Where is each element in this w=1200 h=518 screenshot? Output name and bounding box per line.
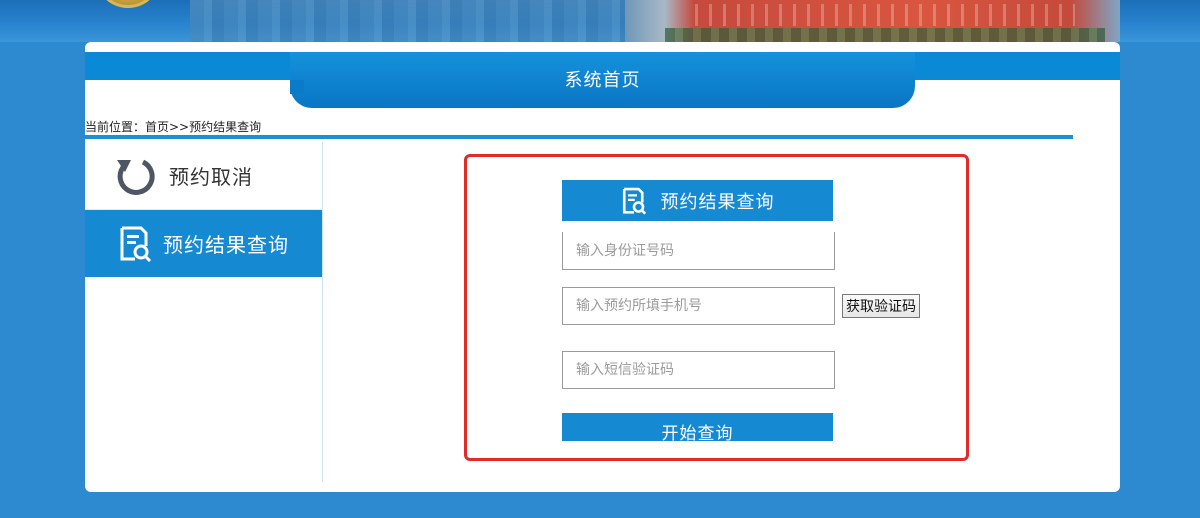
document-search-icon [115, 218, 155, 270]
main-card: 系统首页 当前位置：首页>>预约结果查询 预约取消 预约结果查询 预约结果查询 … [85, 42, 1120, 492]
document-search-icon [621, 186, 647, 216]
sidebar-item-label: 预约结果查询 [163, 233, 289, 257]
get-verification-code-button[interactable]: 获取验证码 [842, 294, 920, 318]
emblem-logo [95, 0, 161, 8]
banner-building-image [625, 0, 1120, 42]
sidebar: 预约取消 预约结果查询 [85, 142, 323, 482]
page-title: 系统首页 [564, 70, 641, 91]
sidebar-item-cancel-appointment[interactable]: 预约取消 [85, 142, 322, 210]
sidebar-item-appointment-result[interactable]: 预约结果查询 [85, 210, 322, 277]
breadcrumb: 当前位置：首页>>预约结果查询 [85, 120, 262, 134]
query-panel-title-label: 预约结果查询 [660, 191, 775, 213]
id-number-input[interactable] [562, 232, 835, 270]
query-panel-title: 预约结果查询 [562, 180, 833, 221]
breadcrumb-divider [85, 135, 1073, 139]
start-query-button[interactable]: 开始查询 [562, 413, 833, 441]
refresh-icon [109, 150, 161, 202]
sms-code-input[interactable] [562, 351, 835, 389]
banner-cityscape-image [190, 0, 650, 42]
phone-number-input[interactable] [562, 287, 835, 325]
sidebar-item-label: 预约取消 [169, 165, 253, 189]
top-banner [0, 0, 1200, 42]
